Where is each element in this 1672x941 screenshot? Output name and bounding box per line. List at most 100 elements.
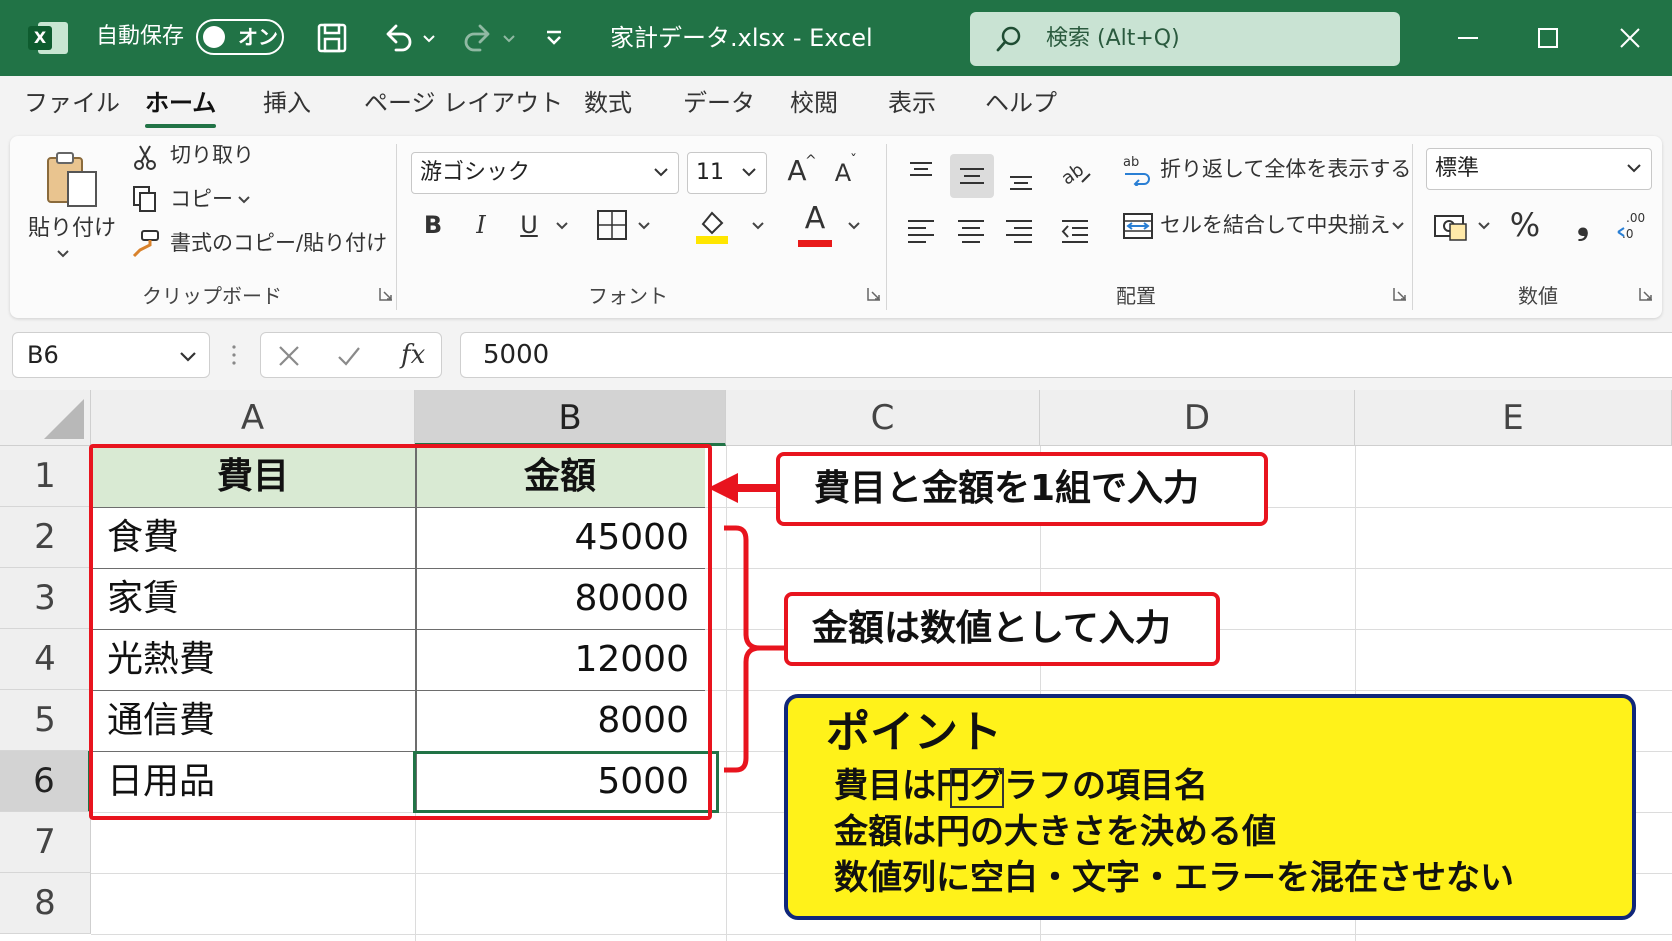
undo-dropdown-icon[interactable] [420, 18, 438, 58]
tab-review[interactable]: 校閲 [790, 86, 838, 120]
autosave-toggle[interactable]: オン [196, 19, 284, 55]
comma-style-button[interactable]: ❟ [1564, 206, 1602, 244]
alignment-launcher-icon[interactable] [1392, 286, 1408, 302]
clipboard-launcher-icon[interactable] [378, 286, 394, 302]
column-header-b[interactable]: B [415, 390, 726, 446]
point-line-1: 費目は円グラフの項目名 [834, 766, 1208, 806]
wrap-text-icon[interactable]: ab [1122, 152, 1152, 186]
row-header-8[interactable]: 8 [0, 873, 91, 934]
orientation-icon[interactable]: ab [1056, 152, 1094, 190]
font-color-dropdown-icon[interactable] [846, 220, 862, 232]
tab-view[interactable]: 表示 [888, 86, 936, 120]
paste-icon[interactable] [40, 148, 104, 212]
row-header-1[interactable]: 1 [0, 446, 91, 507]
column-header-a[interactable]: A [91, 390, 415, 446]
ribbon-home: 貼り付け 切り取り コピー 書式のコピー/貼り付け クリップボード 游ゴシック … [10, 136, 1662, 318]
tab-page-layout[interactable]: ページ レイアウト [364, 86, 563, 120]
number-group-label: 数値 [1518, 284, 1558, 308]
column-header-d[interactable]: D [1040, 390, 1355, 446]
formula-input[interactable]: 5000 [460, 332, 1672, 378]
bold-button[interactable]: B [414, 206, 452, 244]
decrease-indent-icon[interactable] [1056, 212, 1094, 250]
align-bottom-icon[interactable] [1002, 160, 1040, 198]
font-size-value: 11 [696, 160, 724, 185]
font-color-button[interactable]: A [796, 200, 834, 238]
italic-button[interactable]: I [462, 206, 500, 244]
minimize-icon[interactable] [1448, 18, 1488, 58]
redo-icon[interactable] [460, 18, 496, 58]
underline-dropdown-icon[interactable] [554, 220, 570, 232]
tab-data[interactable]: データ [683, 86, 755, 120]
align-middle-icon[interactable] [950, 154, 994, 198]
svg-text:.00: .00 [1626, 211, 1645, 225]
cancel-entry-icon[interactable] [275, 342, 303, 370]
cut-icon[interactable] [130, 142, 160, 172]
save-icon[interactable] [316, 18, 350, 58]
row-header-6[interactable]: 6 [0, 751, 91, 812]
row-header-5[interactable]: 5 [0, 690, 91, 751]
font-size-select[interactable]: 11 [687, 152, 767, 194]
row-header-4[interactable]: 4 [0, 629, 91, 690]
excel-logo-icon: X [28, 20, 68, 56]
borders-dropdown-icon[interactable] [636, 220, 652, 232]
merge-center-icon[interactable] [1122, 210, 1154, 242]
format-painter-icon[interactable] [130, 228, 162, 258]
merge-dropdown-icon[interactable] [1390, 220, 1406, 232]
insert-function-button[interactable]: fx [401, 333, 425, 377]
number-launcher-icon[interactable] [1638, 286, 1654, 302]
increase-decimal-icon[interactable]: .00 .0 [1614, 208, 1650, 244]
select-all-button[interactable] [0, 390, 91, 446]
merge-center-button[interactable]: セルを結合して中央揃え [1160, 210, 1390, 240]
tab-file[interactable]: ファイル [24, 86, 120, 120]
font-launcher-icon[interactable] [866, 286, 882, 302]
tab-formulas[interactable]: 数式 [584, 86, 632, 120]
font-name-select[interactable]: 游ゴシック [411, 152, 679, 194]
text-cursor-box [950, 768, 1004, 808]
confirm-entry-icon[interactable] [335, 342, 363, 370]
format-painter-button[interactable]: 書式のコピー/貼り付け [170, 228, 387, 258]
column-header-e[interactable]: E [1355, 390, 1672, 446]
alignment-group-label: 配置 [1116, 284, 1156, 308]
callout-pair-input: 費目と金額を1組で入力 [776, 452, 1268, 526]
align-center-icon[interactable] [952, 212, 990, 250]
window-title: 家計データ.xlsx - Excel [610, 24, 873, 52]
close-icon[interactable] [1610, 18, 1650, 58]
underline-button[interactable]: U [510, 206, 548, 244]
ribbon-tabs: ファイル ホーム 挿入 ページ レイアウト 数式 データ 校閲 表示 ヘルプ [0, 76, 1672, 134]
align-top-icon[interactable] [902, 154, 940, 192]
accounting-format-icon[interactable] [1432, 210, 1468, 242]
fill-color-icon[interactable] [694, 206, 730, 246]
number-format-select[interactable]: 標準 [1426, 148, 1652, 190]
tab-help[interactable]: ヘルプ [985, 86, 1057, 120]
customize-toolbar-icon[interactable] [542, 18, 566, 58]
ribbon-separator [1412, 144, 1413, 310]
name-box[interactable]: B6 [12, 332, 210, 378]
redo-dropdown-icon[interactable] [500, 18, 518, 58]
borders-icon[interactable] [595, 208, 629, 242]
row-header-7[interactable]: 7 [0, 812, 91, 873]
copy-button[interactable]: コピー [170, 184, 233, 214]
fill-color-dropdown-icon[interactable] [750, 220, 766, 232]
paste-dropdown-icon[interactable] [55, 248, 71, 260]
row-header-3[interactable]: 3 [0, 568, 91, 629]
search-box[interactable]: 検索 (Alt+Q) [970, 12, 1400, 66]
percent-style-button[interactable]: % [1506, 206, 1544, 244]
tab-insert[interactable]: 挿入 [263, 86, 311, 120]
point-title: ポイント [826, 707, 1002, 758]
chevron-down-icon [1627, 164, 1641, 173]
wrap-text-button[interactable]: 折り返して全体を表示する [1160, 154, 1411, 184]
column-header-c[interactable]: C [726, 390, 1040, 446]
copy-icon[interactable] [130, 184, 160, 214]
undo-icon[interactable] [380, 18, 416, 58]
copy-dropdown-icon[interactable] [236, 194, 252, 206]
accounting-dropdown-icon[interactable] [1476, 220, 1492, 232]
tab-home[interactable]: ホーム [145, 86, 217, 128]
align-left-icon[interactable] [902, 212, 940, 250]
gridline [91, 934, 1672, 935]
formula-bar-grip-icon[interactable] [231, 340, 237, 370]
maximize-icon[interactable] [1528, 18, 1568, 58]
align-right-icon[interactable] [1000, 212, 1038, 250]
paste-button[interactable]: 貼り付け [28, 214, 116, 244]
row-header-2[interactable]: 2 [0, 507, 91, 568]
cut-button[interactable]: 切り取り [170, 140, 254, 170]
